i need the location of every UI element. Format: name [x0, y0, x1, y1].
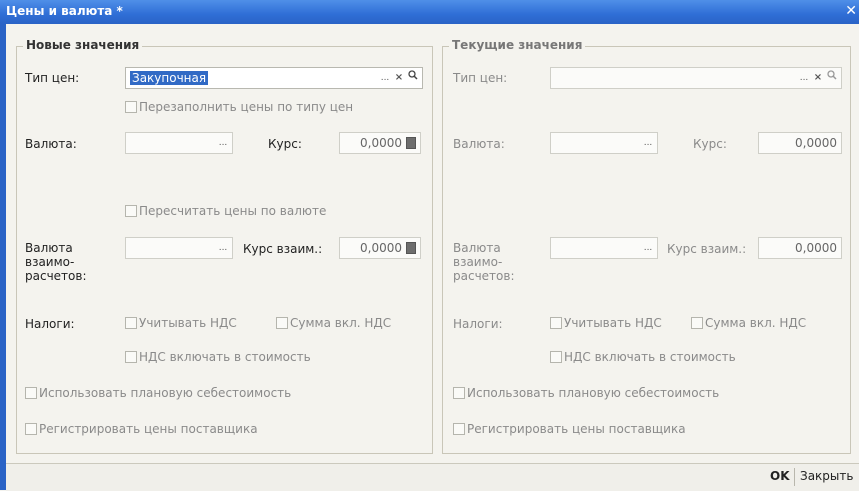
settlement-rate-field[interactable]: 0,0000 — [339, 237, 421, 259]
settlement-currency-field[interactable]: ... — [125, 237, 233, 259]
button-bar: OK Закрыть — [6, 463, 859, 491]
vat-in-cost-checkbox[interactable] — [125, 351, 137, 363]
current-vat-included-label: Сумма вкл. НДС — [705, 316, 807, 330]
rate-value: 0,0000 — [360, 136, 402, 150]
current-planned-cost-checkbox — [453, 387, 465, 399]
settlement-currency-label: Валюта взаимо-расчетов: — [25, 241, 87, 283]
planned-cost-label: Использовать плановую себестоимость — [39, 386, 292, 400]
price-type-clear-icon[interactable]: × — [392, 70, 406, 86]
price-type-select-icon[interactable]: ... — [378, 70, 392, 86]
current-settlement-currency-field: ... — [550, 237, 658, 259]
rate-label: Курс: — [268, 137, 302, 151]
ok-button[interactable]: OK — [770, 469, 790, 483]
recalc-currency-label: Пересчитать цены по валюте — [139, 204, 327, 218]
current-currency-label: Валюта: — [453, 137, 505, 151]
register-prices-checkbox[interactable] — [25, 423, 37, 435]
current-vat-consider-label: Учитывать НДС — [564, 316, 662, 330]
current-planned-cost-label: Использовать плановую себестоимость — [467, 386, 720, 400]
refill-prices-label: Перезаполнить цены по типу цен — [139, 100, 354, 114]
current-settlement-rate-field: 0,0000 — [758, 237, 842, 259]
price-type-value: Закупочная — [130, 71, 209, 85]
current-price-type-search-icon — [825, 70, 839, 86]
current-rate-field: 0,0000 — [758, 132, 842, 154]
button-separator — [794, 468, 795, 486]
current-price-type-select-icon: ... — [799, 73, 809, 83]
current-vat-in-cost-checkbox — [550, 351, 562, 363]
settlement-calculator-icon[interactable] — [406, 242, 416, 254]
current-settlement-currency-label: Валюта взаимо-расчетов: — [453, 241, 515, 283]
current-currency-field: ... — [550, 132, 658, 154]
recalc-currency-checkbox[interactable] — [125, 205, 137, 217]
settlement-rate-label: Курс взаим.: — [243, 242, 323, 256]
price-type-search-icon[interactable] — [406, 70, 420, 86]
register-prices-label: Регистрировать цены поставщика — [39, 422, 258, 436]
new-values-legend: Новые значения — [23, 38, 143, 52]
new-values-group: Новые значения Тип цен: Закупочная ... ×… — [16, 38, 433, 454]
current-price-type-label: Тип цен: — [453, 71, 508, 85]
current-vat-in-cost-label: НДС включать в стоимость — [564, 350, 736, 364]
current-values-group: Текущие значения Тип цен: ... × Валюта: … — [442, 38, 851, 454]
vat-consider-label: Учитывать НДС — [139, 316, 237, 330]
vat-in-cost-label: НДС включать в стоимость — [139, 350, 311, 364]
planned-cost-checkbox[interactable] — [25, 387, 37, 399]
calculator-icon[interactable] — [406, 137, 416, 149]
taxes-label: Налоги: — [25, 317, 75, 331]
price-type-label: Тип цен: — [25, 71, 80, 85]
price-type-field[interactable]: Закупочная ... × — [125, 67, 423, 89]
window-close-icon[interactable]: ✕ — [845, 3, 857, 19]
current-vat-included-checkbox — [691, 317, 703, 329]
rate-field[interactable]: 0,0000 — [339, 132, 421, 154]
current-register-prices-checkbox — [453, 423, 465, 435]
current-settlement-rate-label: Курс взаим.: — [667, 242, 747, 256]
current-taxes-label: Налоги: — [453, 317, 503, 331]
current-rate-value: 0,0000 — [795, 136, 837, 150]
currency-label: Валюта: — [25, 137, 77, 151]
currency-field[interactable]: ... — [125, 132, 233, 154]
current-settlement-rate-value: 0,0000 — [795, 241, 837, 255]
current-settlement-currency-select-icon: ... — [643, 243, 653, 253]
vat-included-checkbox[interactable] — [276, 317, 288, 329]
refill-prices-checkbox[interactable] — [125, 101, 137, 113]
current-price-type-clear-icon: × — [813, 72, 823, 83]
current-rate-label: Курс: — [693, 137, 727, 151]
title-bar: Цены и валюта * ✕ — [0, 0, 859, 24]
vat-consider-checkbox[interactable] — [125, 317, 137, 329]
current-currency-select-icon: ... — [643, 138, 653, 148]
vat-included-label: Сумма вкл. НДС — [290, 316, 392, 330]
current-vat-consider-checkbox — [550, 317, 562, 329]
dialog-body: Новые значения Тип цен: Закупочная ... ×… — [6, 24, 859, 462]
settlement-currency-select-icon[interactable]: ... — [216, 240, 230, 256]
settlement-rate-value: 0,0000 — [360, 241, 402, 255]
current-register-prices-label: Регистрировать цены поставщика — [467, 422, 686, 436]
current-price-type-field: ... × — [550, 67, 842, 89]
close-button[interactable]: Закрыть — [800, 469, 853, 483]
current-values-legend: Текущие значения — [449, 38, 586, 52]
currency-select-icon[interactable]: ... — [216, 135, 230, 151]
window-title: Цены и валюта * — [6, 4, 123, 18]
